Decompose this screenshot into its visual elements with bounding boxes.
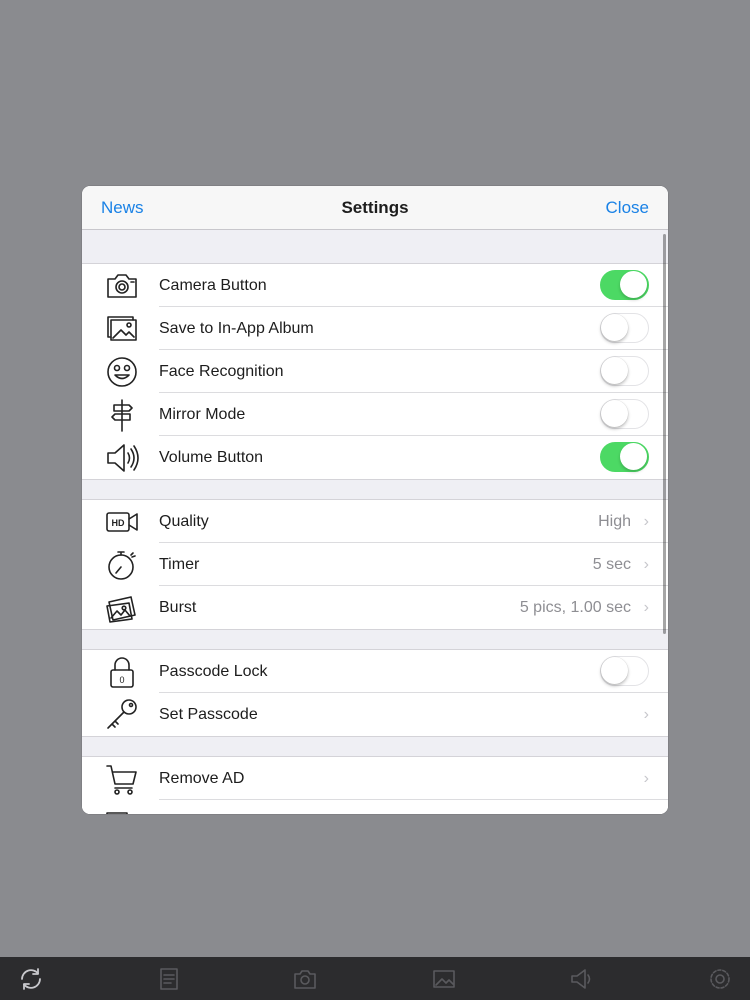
shopping-cart-icon (104, 761, 140, 797)
toggle-switch[interactable] (600, 356, 649, 386)
gear-icon (706, 965, 734, 993)
row-value: 5 pics, 1.00 sec (519, 599, 631, 616)
toggle-switch[interactable] (600, 270, 649, 300)
stopwatch-icon (104, 547, 140, 583)
row-label: Set Passcode (159, 706, 258, 723)
row-label: Mirror Mode (159, 406, 246, 423)
settings-row-volume-button[interactable]: Volume Button (82, 436, 668, 479)
settings-row-remove-ad[interactable]: Remove AD › (82, 757, 668, 800)
smiley-face-icon (104, 354, 140, 390)
key-icon (104, 697, 140, 733)
row-label: Volume Button (159, 449, 264, 466)
settings-row-burst[interactable]: Burst 5 pics, 1.00 sec › (82, 586, 668, 629)
camera-icon (104, 268, 140, 304)
bottom-toolbar (0, 957, 750, 1000)
truck-icon (104, 804, 140, 814)
speaker-icon (568, 965, 596, 993)
row-label: Quality (159, 513, 209, 530)
photo-album-icon (104, 311, 140, 347)
section-gap (82, 736, 668, 757)
settings-group: Remove AD › Restore Purchased › (82, 757, 668, 814)
chevron-right-icon: › (643, 599, 649, 616)
settings-row-timer[interactable]: Timer 5 sec › (82, 543, 668, 586)
svg-text:0: 0 (119, 675, 124, 685)
navigation-bar: News Settings Close (82, 186, 668, 230)
settings-row-passcode-lock[interactable]: 0 Passcode Lock (82, 650, 668, 693)
refresh-icon[interactable] (17, 965, 45, 993)
signpost-icon (104, 397, 140, 433)
scrollbar[interactable] (663, 234, 666, 634)
settings-modal: News Settings Close Camera Button Save to… (82, 186, 668, 814)
row-value: 5 sec (592, 556, 631, 573)
settings-list[interactable]: Camera Button Save to In-App Album Face Re… (82, 230, 668, 814)
toggle-knob (620, 443, 647, 470)
row-label: Remove AD (159, 770, 245, 787)
row-label: Face Recognition (159, 363, 284, 380)
settings-row-face-recognition[interactable]: Face Recognition (82, 350, 668, 393)
chevron-right-icon: › (643, 706, 649, 723)
toggle-knob (601, 357, 628, 384)
row-label: Camera Button (159, 277, 267, 294)
speaker-icon (104, 440, 140, 476)
row-label: Burst (159, 599, 197, 616)
toggle-switch[interactable] (600, 313, 649, 343)
row-label: Timer (159, 556, 200, 573)
close-button[interactable]: Close (606, 186, 649, 229)
settings-row-set-passcode[interactable]: Set Passcode › (82, 693, 668, 736)
row-label: Save to In-App Album (159, 320, 314, 337)
section-gap (82, 479, 668, 500)
settings-row-quality[interactable]: HD Quality High › (82, 500, 668, 543)
toggle-knob (601, 314, 628, 341)
toggle-switch[interactable] (600, 442, 649, 472)
section-gap (82, 230, 668, 264)
padlock-icon: 0 (104, 654, 140, 690)
settings-group: 0 Passcode Lock Set Passcode › (82, 650, 668, 736)
document-icon (155, 965, 183, 993)
section-gap (82, 629, 668, 650)
row-value: High (598, 513, 631, 530)
svg-text:HD: HD (112, 518, 125, 528)
chevron-right-icon: › (643, 770, 649, 787)
photo-stack-icon (104, 590, 140, 626)
page-title: Settings (341, 198, 409, 217)
toggle-switch[interactable] (600, 656, 649, 686)
settings-row-restore-purchased[interactable]: Restore Purchased › (82, 800, 668, 814)
toggle-knob (601, 657, 628, 684)
hd-video-icon: HD (104, 504, 140, 540)
chevron-right-icon: › (644, 800, 649, 814)
row-label: Restore Purchased (159, 800, 296, 814)
chevron-right-icon: › (643, 556, 649, 573)
photo-icon (430, 965, 458, 993)
chevron-right-icon: › (643, 513, 649, 530)
toggle-knob (601, 400, 628, 427)
settings-row-camera-button[interactable]: Camera Button (82, 264, 668, 307)
camera-icon (291, 965, 319, 993)
toggle-switch[interactable] (600, 399, 649, 429)
settings-group: Camera Button Save to In-App Album Face Re… (82, 264, 668, 479)
settings-row-save-to-in-app-album[interactable]: Save to In-App Album (82, 307, 668, 350)
row-label: Passcode Lock (159, 663, 268, 680)
settings-row-mirror-mode[interactable]: Mirror Mode (82, 393, 668, 436)
toggle-knob (620, 271, 647, 298)
settings-group: HD Quality High › Timer 5 sec › Burst 5 pics, 1.… (82, 500, 668, 629)
